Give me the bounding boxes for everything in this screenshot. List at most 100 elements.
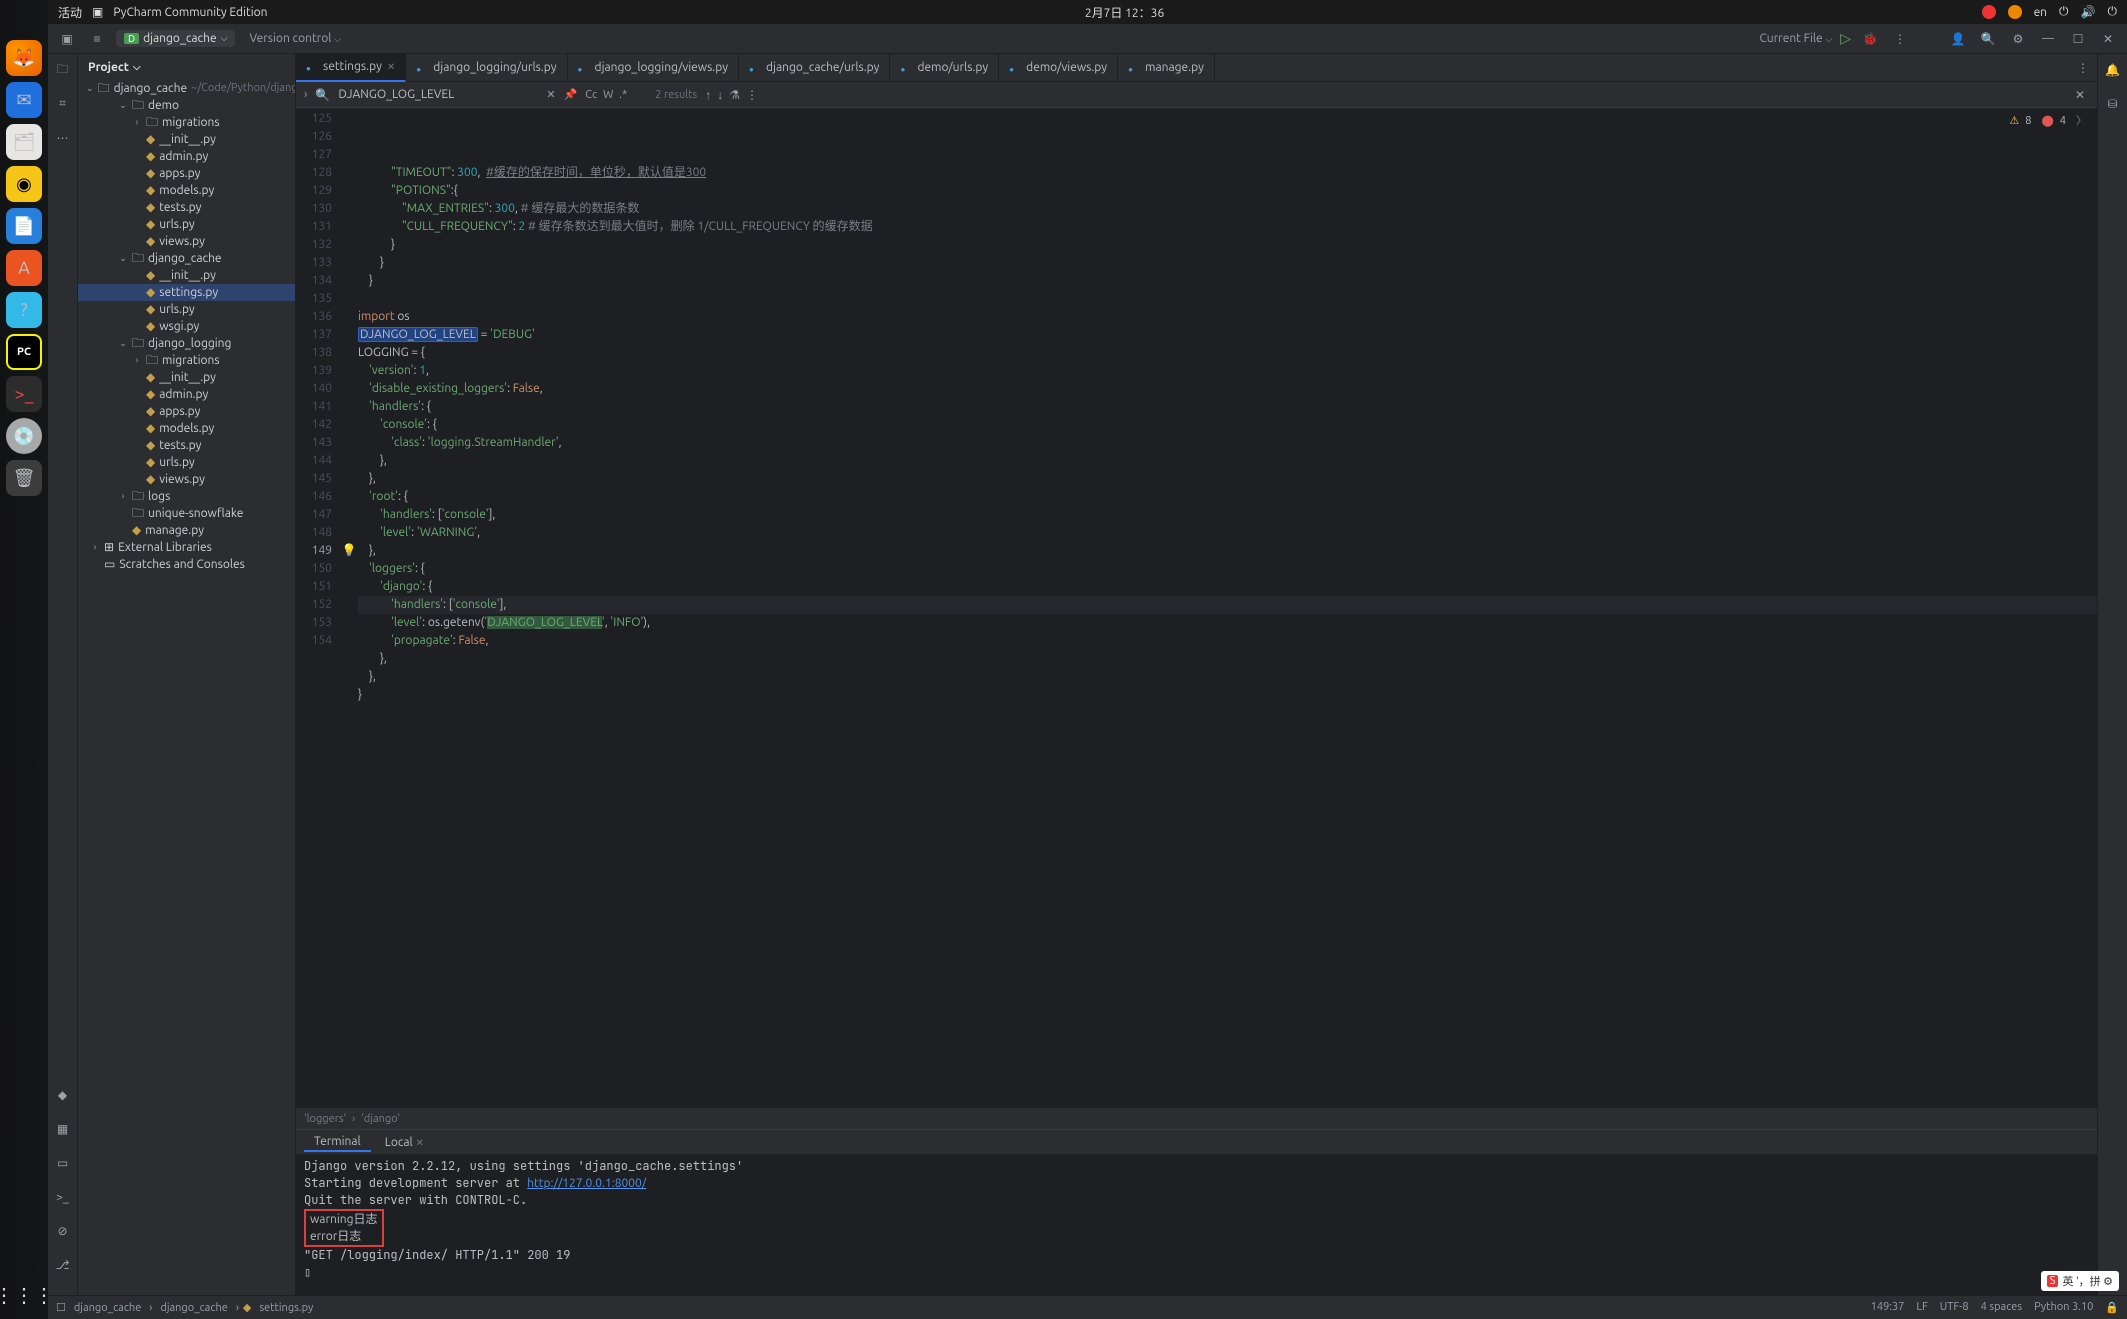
problems-icon[interactable]: ⊘ bbox=[53, 1221, 73, 1241]
find-expand-icon[interactable]: › bbox=[304, 88, 307, 101]
tree-item[interactable]: ›🗀 migrations bbox=[78, 352, 295, 369]
breadcrumb-item[interactable]: 'django' bbox=[361, 1113, 400, 1125]
whole-word-toggle[interactable]: W bbox=[603, 89, 613, 101]
tree-item[interactable]: ⌄🗀 django_logging bbox=[78, 335, 295, 352]
tree-scratches[interactable]: ▭ Scratches and Consoles bbox=[78, 556, 295, 573]
version-control-menu[interactable]: Version control ⌵ bbox=[243, 30, 347, 47]
ime-indicator[interactable]: S 英 '，拼 ⚙ bbox=[2041, 1271, 2119, 1291]
tree-item[interactable]: ◆ apps.py bbox=[78, 165, 295, 182]
tree-item[interactable]: ›🗀 migrations bbox=[78, 114, 295, 131]
find-next-icon[interactable]: ↓ bbox=[717, 88, 723, 102]
tree-item[interactable]: ◆ models.py bbox=[78, 182, 295, 199]
tree-item[interactable]: ⌄🗀 django_cache bbox=[78, 250, 295, 267]
warning-indicator-icon[interactable]: ⚠ bbox=[2009, 112, 2019, 130]
dock-files-icon[interactable]: 🗂 bbox=[6, 124, 42, 160]
project-tree[interactable]: ⌄🗀 django_cache ~/Code/Python/django_cac… bbox=[78, 80, 295, 1295]
tree-root[interactable]: ⌄🗀 django_cache ~/Code/Python/django_cac… bbox=[78, 80, 295, 97]
dock-disc-icon[interactable]: 💿 bbox=[6, 418, 42, 454]
editor-tab[interactable]: django_cache/urls.py bbox=[739, 54, 890, 82]
notifications-icon[interactable]: 🔔 bbox=[2103, 60, 2123, 80]
tree-item[interactable]: ◆ views.py bbox=[78, 233, 295, 250]
sogou-indicator-icon[interactable] bbox=[1982, 5, 1996, 19]
dock-terminal-icon[interactable]: >_ bbox=[6, 376, 42, 412]
update-indicator-icon[interactable] bbox=[2008, 5, 2022, 19]
status-home-icon[interactable]: ☐ bbox=[56, 1301, 66, 1314]
project-tool-icon[interactable]: 🗀 bbox=[53, 60, 73, 80]
power-icon[interactable]: ⏻ bbox=[2108, 5, 2118, 19]
nav-crumb[interactable]: django_cache bbox=[156, 1302, 231, 1314]
run-button[interactable]: ▷ bbox=[1840, 30, 1851, 47]
tree-external-libraries[interactable]: ›⊞ External Libraries bbox=[78, 539, 295, 556]
clock-label[interactable]: 2月7日 12：36 bbox=[268, 4, 1982, 21]
terminal-url-link[interactable]: http://127.0.0.1:8000/ bbox=[527, 1177, 646, 1190]
tree-item[interactable]: ◆ urls.py bbox=[78, 454, 295, 471]
dock-software-icon[interactable]: A bbox=[6, 250, 42, 286]
dock-libreoffice-icon[interactable]: 📄 bbox=[6, 208, 42, 244]
close-tab-icon[interactable]: ✕ bbox=[387, 61, 395, 73]
navigation-bar[interactable]: ☐ django_cache› django_cache› ◆ settings… bbox=[56, 1301, 317, 1314]
vcs-tool-icon[interactable]: ⎇ bbox=[53, 1255, 73, 1275]
tree-item[interactable]: ›🗀 logs bbox=[78, 488, 295, 505]
tree-item[interactable]: ◆ tests.py bbox=[78, 437, 295, 454]
more-tool-icon[interactable]: ⋯ bbox=[53, 128, 73, 148]
readonly-lock-icon[interactable]: 🔒 bbox=[2105, 1301, 2119, 1314]
dock-thunderbird-icon[interactable]: ✉ bbox=[6, 82, 42, 118]
terminal-tool-icon[interactable]: >_ bbox=[53, 1187, 73, 1207]
search-everywhere-icon[interactable]: 🔍 bbox=[1977, 28, 1999, 50]
dock-rhythmbox-icon[interactable]: ◉ bbox=[6, 166, 42, 202]
tree-item[interactable]: ◆ admin.py bbox=[78, 386, 295, 403]
run-config-selector[interactable]: django_cache ⌵ bbox=[116, 30, 235, 47]
database-icon[interactable]: ⛁ bbox=[2103, 94, 2123, 114]
maximize-icon[interactable]: ☐ bbox=[2067, 28, 2089, 50]
intention-gutter[interactable]: 💡 bbox=[340, 108, 358, 1107]
editor-tab[interactable]: demo/views.py bbox=[999, 54, 1118, 82]
tree-item[interactable]: ◆ wsgi.py bbox=[78, 318, 295, 335]
nav-crumb[interactable]: settings.py bbox=[255, 1302, 317, 1314]
editor-tab[interactable]: django_logging/views.py bbox=[568, 54, 739, 82]
inspect-chevron-icon[interactable]: 〉 bbox=[2076, 112, 2087, 130]
caret-position[interactable]: 149:37 bbox=[1871, 1301, 1905, 1314]
tabs-more-icon[interactable]: ⋮ bbox=[2077, 62, 2089, 75]
python-console-icon[interactable]: ◆ bbox=[53, 1085, 73, 1105]
tree-item[interactable]: ◆ urls.py bbox=[78, 216, 295, 233]
tree-item[interactable]: ◆ views.py bbox=[78, 471, 295, 488]
find-prev-icon[interactable]: ↑ bbox=[705, 88, 711, 102]
editor-tab[interactable]: demo/urls.py bbox=[890, 54, 999, 82]
dock-pycharm-icon[interactable]: PC bbox=[6, 334, 42, 370]
tree-item[interactable]: ◆ settings.py bbox=[78, 284, 295, 301]
python-packages-icon[interactable]: ▦ bbox=[53, 1119, 73, 1139]
breadcrumb-item[interactable]: 'loggers' bbox=[304, 1113, 346, 1125]
tree-item[interactable]: ◆ tests.py bbox=[78, 199, 295, 216]
close-window-icon[interactable]: ✕ bbox=[2097, 28, 2119, 50]
tree-item[interactable]: ◆ urls.py bbox=[78, 301, 295, 318]
intention-bulb-icon[interactable]: 💡 bbox=[342, 544, 357, 557]
volume-icon[interactable]: 🔊 bbox=[2081, 5, 2096, 19]
tree-item[interactable]: ◆ __init__.py bbox=[78, 131, 295, 148]
terminal-output[interactable]: Django version 2.2.12, using settings 'd… bbox=[296, 1154, 2097, 1295]
editor-tab[interactable]: django_logging/urls.py bbox=[406, 54, 567, 82]
find-input[interactable] bbox=[338, 88, 538, 101]
network-icon[interactable]: ⏻ bbox=[2059, 5, 2069, 19]
terminal-session-tab[interactable]: Local ✕ bbox=[375, 1134, 434, 1151]
tree-item[interactable]: ◆ apps.py bbox=[78, 403, 295, 420]
close-tab-icon[interactable]: ✕ bbox=[415, 1137, 423, 1148]
tree-item[interactable]: ◆ __init__.py bbox=[78, 267, 295, 284]
collab-icon[interactable]: 👤 bbox=[1947, 28, 1969, 50]
line-separator[interactable]: LF bbox=[1916, 1301, 1927, 1314]
tree-item[interactable]: ◆ models.py bbox=[78, 420, 295, 437]
interpreter-selector[interactable]: Python 3.10 bbox=[2034, 1301, 2093, 1314]
structure-tool-icon[interactable]: ⌗ bbox=[53, 94, 73, 114]
regex-toggle[interactable]: .* bbox=[619, 89, 627, 101]
debug-icon[interactable]: 🐞 bbox=[1859, 28, 1881, 50]
settings-icon[interactable]: ⚙ bbox=[2007, 28, 2029, 50]
minimize-icon[interactable]: — bbox=[2037, 28, 2059, 50]
line-number-gutter[interactable]: 1251261271281291301311321331341351361371… bbox=[296, 108, 340, 1107]
activities-button[interactable]: 活动 bbox=[58, 4, 82, 21]
tree-item[interactable]: 🗀 unique-snowflake bbox=[78, 505, 295, 522]
find-close-input-icon[interactable]: ✕ bbox=[546, 88, 555, 101]
file-encoding[interactable]: UTF-8 bbox=[1940, 1301, 1969, 1314]
terminal-tool-tab[interactable]: Terminal bbox=[304, 1133, 371, 1152]
dock-apps-grid-icon[interactable]: ⋮⋮⋮ bbox=[0, 1283, 54, 1307]
nav-crumb[interactable]: django_cache bbox=[70, 1302, 145, 1314]
error-indicator-icon[interactable]: ⬤ bbox=[2041, 112, 2053, 130]
